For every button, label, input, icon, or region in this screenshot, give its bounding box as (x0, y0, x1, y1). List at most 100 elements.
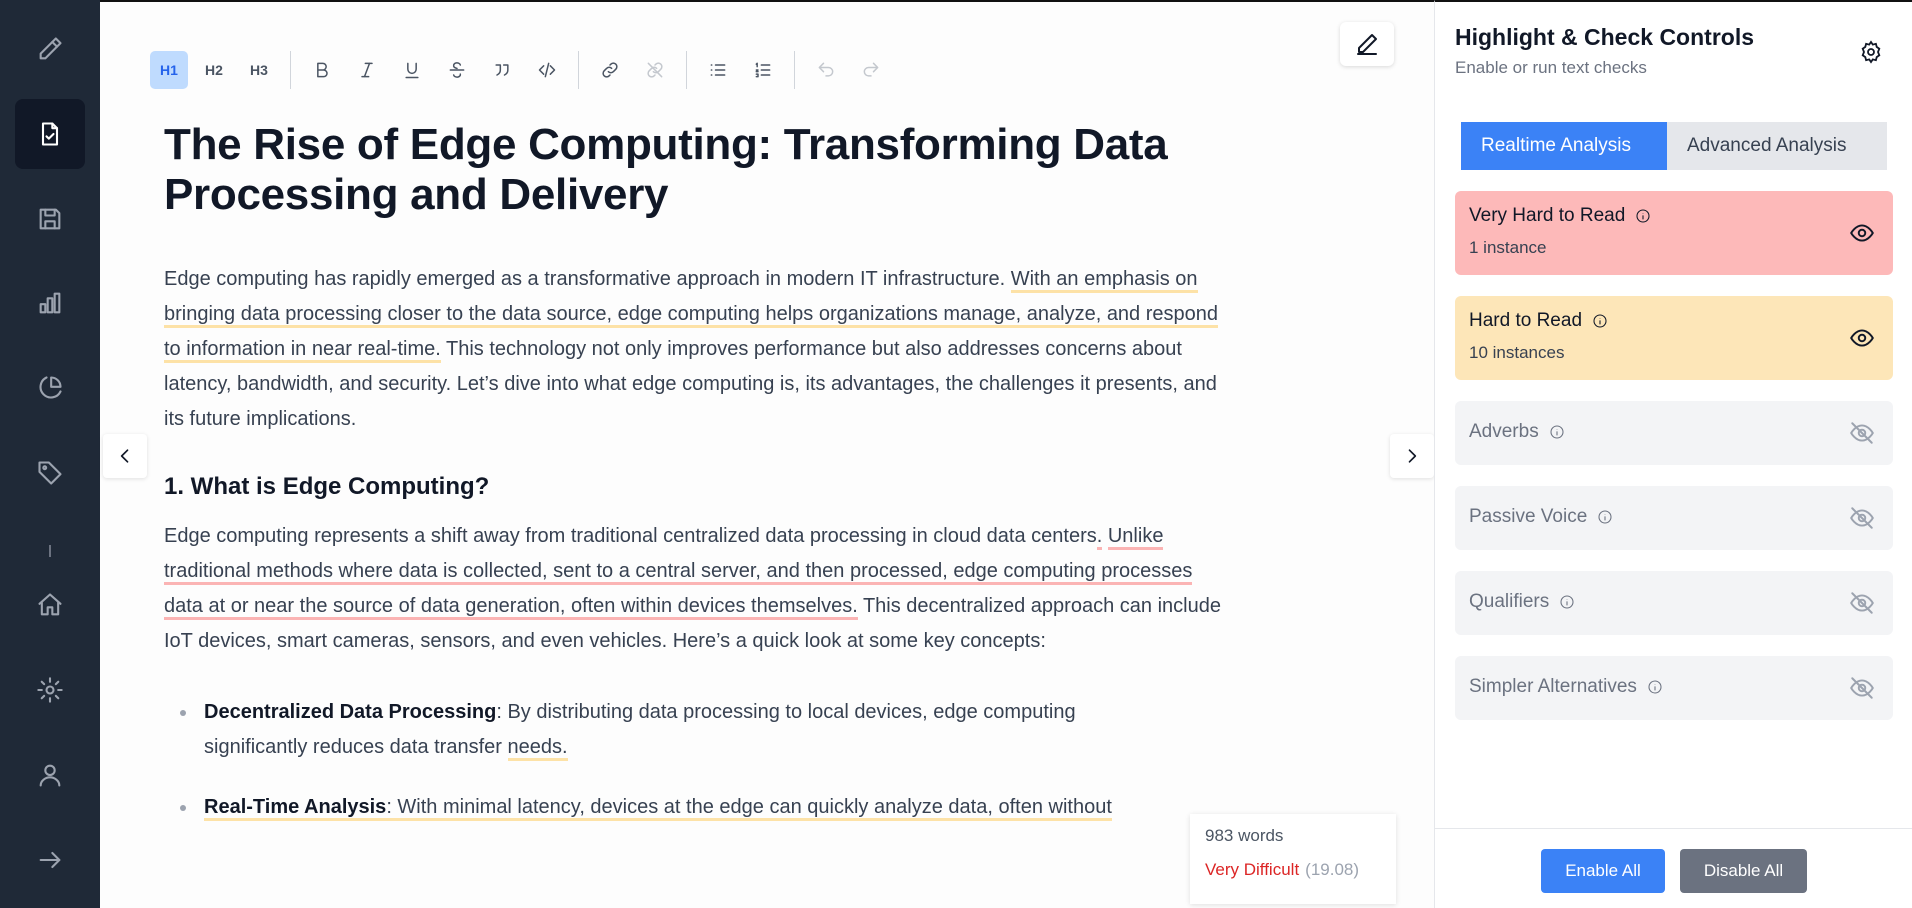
info-icon[interactable] (1559, 594, 1575, 610)
panel-title: Highlight & Check Controls (1455, 24, 1754, 50)
panel-settings-button[interactable] (1855, 36, 1887, 68)
italic-button[interactable] (348, 51, 386, 89)
toggle-visibility-button[interactable] (1849, 590, 1875, 616)
bar-chart-icon (39, 292, 61, 314)
check-passive-voice[interactable]: Passive Voice (1455, 486, 1893, 550)
document-body[interactable]: The Rise of Edge Computing: Transforming… (164, 120, 1284, 850)
eye-off-icon (1850, 677, 1874, 699)
check-adverbs[interactable]: Adverbs (1455, 401, 1893, 465)
eye-icon (1850, 224, 1874, 242)
info-icon[interactable] (1647, 679, 1663, 695)
check-simpler-alternatives[interactable]: Simpler Alternatives (1455, 656, 1893, 720)
enable-all-button[interactable]: Enable All (1541, 849, 1665, 893)
undo-button[interactable] (807, 51, 845, 89)
sidebar-item-home[interactable] (15, 570, 85, 640)
very-hard-to-read-highlight[interactable]: . (1096, 525, 1103, 550)
paragraph[interactable]: Edge computing has rapidly emerged as a … (164, 262, 1224, 437)
bullet-list-icon (710, 64, 726, 76)
info-icon[interactable] (1592, 313, 1608, 329)
italic-icon (361, 62, 373, 78)
sidebar (0, 0, 100, 908)
next-button[interactable] (1390, 434, 1434, 478)
unlink-button[interactable] (636, 51, 674, 89)
link-button[interactable] (591, 51, 629, 89)
check-qualifiers[interactable]: Qualifiers (1455, 571, 1893, 635)
toggle-visibility-button[interactable] (1849, 325, 1875, 351)
sidebar-item-logout[interactable] (15, 825, 85, 895)
sidebar-item-profile[interactable] (15, 740, 85, 810)
list-item[interactable]: Real-Time Analysis: With minimal latency… (178, 790, 1178, 825)
formatting-toolbar: H1 H2 H3 (150, 50, 897, 90)
toggle-visibility-button[interactable] (1849, 220, 1875, 246)
numbered-list-button[interactable] (744, 51, 782, 89)
toolbar-divider (686, 51, 687, 89)
list-item-term: Real-Time Analysis (204, 796, 387, 821)
readability-level: Very Difficult (19.08) (1205, 860, 1381, 880)
link-icon (602, 62, 618, 78)
text-run: Edge computing represents a shift away f… (164, 525, 1097, 547)
sidebar-item-settings[interactable] (15, 655, 85, 725)
toolbar-divider (290, 51, 291, 89)
bullet-list-button[interactable] (699, 51, 737, 89)
quote-icon (495, 64, 509, 76)
info-icon[interactable] (1549, 424, 1565, 440)
sidebar-item-stats[interactable] (15, 268, 85, 338)
toggle-visibility-button[interactable] (1849, 505, 1875, 531)
hard-to-read-highlight[interactable]: : With minimal latency, devices at the e… (386, 796, 1112, 821)
toolbar-divider (578, 51, 579, 89)
sidebar-item-tags[interactable] (15, 438, 85, 508)
chevron-right-icon (1408, 449, 1417, 463)
code-icon (538, 62, 556, 78)
code-button[interactable] (528, 51, 566, 89)
tab-realtime-analysis[interactable]: Realtime Analysis (1461, 122, 1667, 170)
redo-icon (863, 62, 879, 77)
eye-off-icon (1850, 592, 1874, 614)
sidebar-item-save[interactable] (15, 184, 85, 254)
check-name: Adverbs (1469, 421, 1565, 443)
bold-button[interactable] (303, 51, 341, 89)
document-stats: 983 words Very Difficult (19.08) (1190, 814, 1396, 904)
heading-3-label: H3 (250, 62, 268, 78)
check-very-hard-to-read[interactable]: Very Hard to Read 1 instance (1455, 191, 1893, 275)
heading-1-button[interactable]: H1 (150, 51, 188, 89)
sidebar-divider (49, 545, 51, 557)
heading-3-button[interactable]: H3 (240, 51, 278, 89)
pencil-icon (1357, 34, 1377, 55)
info-icon[interactable] (1597, 509, 1613, 525)
check-name: Passive Voice (1469, 506, 1613, 528)
tab-advanced-analysis[interactable]: Advanced Analysis (1667, 122, 1887, 170)
panel-footer: Enable All Disable All (1435, 828, 1912, 908)
strikethrough-button[interactable] (438, 51, 476, 89)
underline-button[interactable] (393, 51, 431, 89)
toggle-visibility-button[interactable] (1849, 675, 1875, 701)
user-icon (39, 764, 61, 787)
paragraph[interactable]: Edge computing represents a shift away f… (164, 519, 1224, 659)
section-heading[interactable]: 1. What is Edge Computing? (164, 473, 1284, 501)
check-hard-to-read[interactable]: Hard to Read 10 instances (1455, 296, 1893, 380)
heading-1-label: H1 (160, 62, 178, 78)
sidebar-item-check[interactable] (15, 99, 85, 169)
previous-button[interactable] (103, 434, 147, 478)
hard-to-read-highlight[interactable]: needs. (507, 736, 568, 761)
check-label: Passive Voice (1469, 506, 1588, 527)
check-label: Adverbs (1469, 421, 1539, 442)
underline-icon (405, 62, 419, 79)
check-label: Hard to Read (1469, 310, 1583, 331)
list-item[interactable]: Decentralized Data Processing: By distri… (178, 695, 1178, 765)
chevron-left-icon (120, 449, 129, 463)
redo-button[interactable] (852, 51, 890, 89)
bold-icon (317, 62, 328, 78)
sidebar-item-analytics[interactable] (15, 353, 85, 423)
toggle-visibility-button[interactable] (1849, 420, 1875, 446)
heading-2-button[interactable]: H2 (195, 51, 233, 89)
document-title[interactable]: The Rise of Edge Computing: Transforming… (164, 120, 1284, 220)
disable-all-button[interactable]: Disable All (1680, 849, 1807, 893)
list-item-term: Decentralized Data Processing (204, 701, 497, 723)
eye-icon (1850, 329, 1874, 347)
check-name: Hard to Read (1469, 310, 1608, 332)
arrow-right-icon (39, 851, 61, 869)
edit-mode-button[interactable] (1340, 22, 1394, 66)
quote-button[interactable] (483, 51, 521, 89)
sidebar-item-write[interactable] (15, 14, 85, 84)
info-icon[interactable] (1635, 208, 1651, 224)
